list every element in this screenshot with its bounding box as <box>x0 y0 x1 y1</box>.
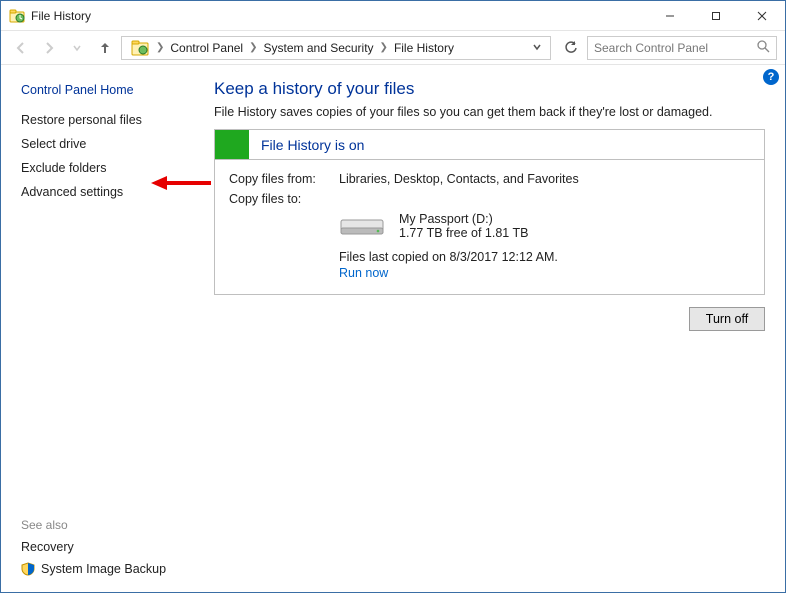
breadcrumb-file-history[interactable]: File History <box>392 41 456 55</box>
button-row: Turn off <box>214 307 765 331</box>
back-button[interactable] <box>9 36 33 60</box>
sidebar: Control Panel Home Restore personal file… <box>1 65 206 592</box>
drive-free-space: 1.77 TB free of 1.81 TB <box>399 226 528 240</box>
title-bar: File History <box>1 1 785 31</box>
navigation-bar: ❯ Control Panel ❯ System and Security ❯ … <box>1 31 785 65</box>
window-controls <box>647 1 785 30</box>
window-frame: File History ❯ Control Panel ❯ System a <box>0 0 786 593</box>
control-panel-home-link[interactable]: Control Panel Home <box>21 83 198 97</box>
page-heading: Keep a history of your files <box>214 79 765 99</box>
sidebar-link-restore-files[interactable]: Restore personal files <box>21 113 198 127</box>
refresh-button[interactable] <box>559 36 583 60</box>
see-also-header: See also <box>21 518 198 532</box>
status-panel: File History is on Copy files from: Libr… <box>214 129 765 295</box>
search-placeholder: Search Control Panel <box>594 41 708 55</box>
run-now-link[interactable]: Run now <box>339 266 388 280</box>
search-icon <box>757 40 770 56</box>
chevron-right-icon: ❯ <box>245 42 261 53</box>
maximize-button[interactable] <box>693 1 739 30</box>
forward-button[interactable] <box>37 36 61 60</box>
copy-to-label: Copy files to: <box>229 192 339 206</box>
address-dropdown-button[interactable] <box>526 41 548 55</box>
turn-off-button[interactable]: Turn off <box>689 307 765 331</box>
status-panel-header: File History is on <box>215 130 764 160</box>
address-bar[interactable]: ❯ Control Panel ❯ System and Security ❯ … <box>121 36 551 60</box>
recent-dropdown-button[interactable] <box>65 36 89 60</box>
content-body: ? Control Panel Home Restore personal fi… <box>1 65 785 592</box>
sidebar-link-select-drive[interactable]: Select drive <box>21 137 198 151</box>
last-copied-text: Files last copied on 8/3/2017 12:12 AM. <box>339 250 750 264</box>
copy-from-label: Copy files from: <box>229 172 339 186</box>
chevron-right-icon: ❯ <box>376 42 392 53</box>
status-panel-title: File History is on <box>249 137 364 153</box>
file-history-app-icon <box>9 8 25 24</box>
see-also-system-image-backup[interactable]: System Image Backup <box>21 562 198 576</box>
window-title: File History <box>31 9 647 23</box>
shield-icon <box>21 562 35 576</box>
copy-from-value: Libraries, Desktop, Contacts, and Favori… <box>339 172 579 186</box>
control-panel-icon <box>130 38 150 58</box>
status-on-indicator-icon <box>215 130 249 159</box>
up-button[interactable] <box>93 36 117 60</box>
chevron-right-icon: ❯ <box>152 42 168 53</box>
breadcrumb-system-security[interactable]: System and Security <box>262 41 376 55</box>
search-input[interactable]: Search Control Panel <box>587 36 777 60</box>
close-button[interactable] <box>739 1 785 30</box>
page-subtext: File History saves copies of your files … <box>214 105 765 119</box>
sidebar-link-advanced-settings[interactable]: Advanced settings <box>21 185 198 199</box>
minimize-button[interactable] <box>647 1 693 30</box>
status-panel-body: Copy files from: Libraries, Desktop, Con… <box>215 160 764 294</box>
main-content: Keep a history of your files File Histor… <box>206 65 785 592</box>
breadcrumb-control-panel[interactable]: Control Panel <box>168 41 245 55</box>
drive-name: My Passport (D:) <box>399 212 528 226</box>
see-also-recovery[interactable]: Recovery <box>21 540 198 554</box>
sidebar-link-exclude-folders[interactable]: Exclude folders <box>21 161 198 175</box>
hard-drive-icon <box>339 212 385 240</box>
